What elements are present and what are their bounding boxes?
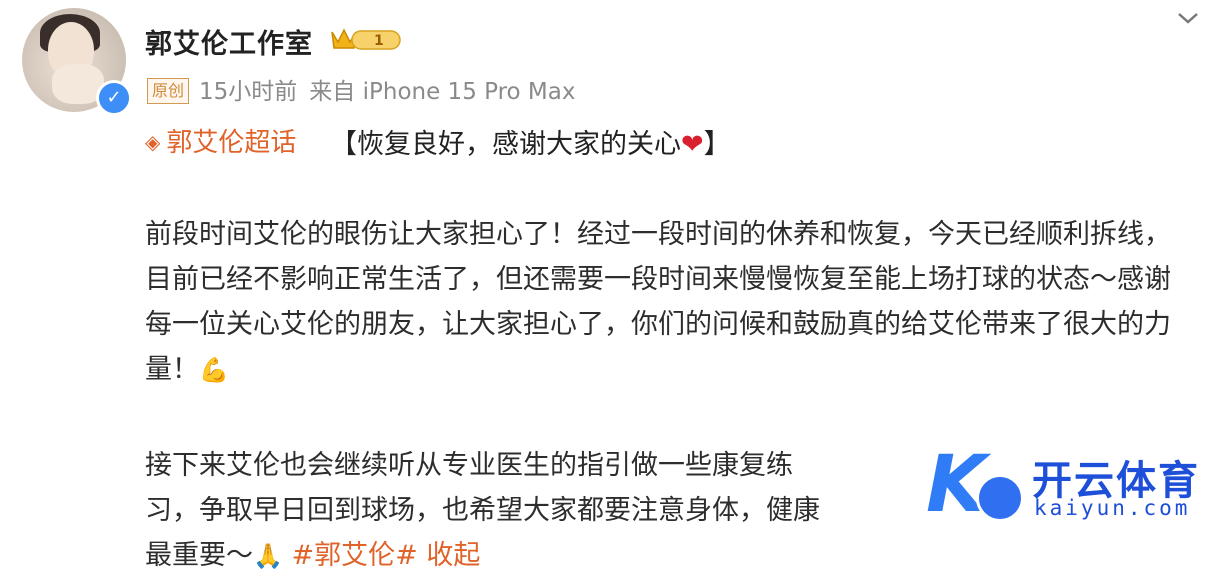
- folded-hands-emoji: 🙏: [253, 542, 283, 570]
- supertopic-link[interactable]: ◈ 郭艾伦超话: [145, 122, 296, 159]
- original-tag: 原创: [147, 78, 190, 104]
- post-meta: 原创 15小时前 来自 iPhone 15 Pro Max: [147, 72, 575, 106]
- post-paragraph-1: 前段时间艾伦的眼伤让大家担心了！经过一段时间的休养和恢复，今天已经顺利拆线，目前…: [145, 212, 1197, 393]
- flexed-biceps-emoji: 💪: [199, 356, 229, 384]
- red-heart-emoji: ❤: [681, 129, 704, 160]
- vip-crown-icon[interactable]: 1: [328, 24, 404, 54]
- chevron-down-icon[interactable]: [1170, 4, 1206, 32]
- watermark-k-icon: K: [926, 440, 987, 530]
- post-time[interactable]: 15小时前: [199, 79, 297, 105]
- vip-level: 1: [374, 33, 384, 49]
- post-paragraph-2: 接下来艾伦也会继续听从专业医生的指引做一些康复练习，争取早日回到球场，也希望大家…: [145, 443, 845, 579]
- paragraph-1-text: 前段时间艾伦的眼伤让大家担心了！经过一段时间的休养和恢复，今天已经顺利拆线，目前…: [145, 219, 1171, 385]
- headline-end: 】: [703, 129, 731, 160]
- watermark-url: kaiyun.com: [1034, 496, 1191, 520]
- topic-tag-link[interactable]: #郭艾伦#: [291, 540, 417, 571]
- watermark-logo: K 开云体育 kaiyun.com: [924, 440, 1204, 540]
- supertopic-label: 郭艾伦超话: [166, 128, 297, 158]
- headline-text: 【恢复良好，感谢大家的关心: [330, 129, 681, 160]
- paragraph-2-text: 接下来艾伦也会继续听从专业医生的指引做一些康复练习，争取早日回到球场，也希望大家…: [145, 450, 820, 571]
- author-name[interactable]: 郭艾伦工作室: [145, 22, 313, 61]
- diamond-icon: ◈: [145, 130, 161, 154]
- soccer-ball-icon: [976, 474, 1024, 522]
- collapse-link[interactable]: 收起: [426, 540, 480, 571]
- post-source: 来自 iPhone 15 Pro Max: [309, 79, 576, 105]
- post-headline: 【恢复良好，感谢大家的关心❤】: [330, 122, 731, 161]
- verified-badge-icon: ✓: [96, 80, 132, 116]
